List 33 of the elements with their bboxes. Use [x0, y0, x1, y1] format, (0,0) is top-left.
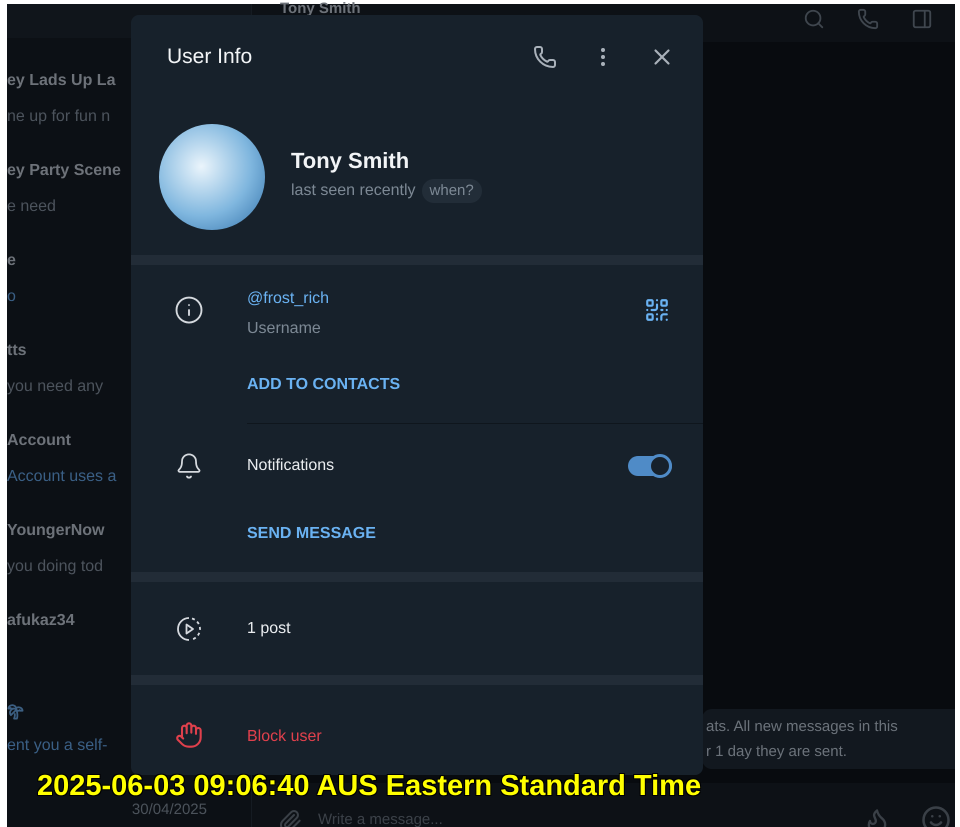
chat-preview: ent you a self- — [7, 736, 108, 756]
chat-preview: e need — [7, 196, 57, 217]
send-message-button[interactable]: SEND MESSAGE — [247, 522, 376, 546]
info-icon — [174, 295, 204, 325]
when-button[interactable]: when? — [422, 178, 482, 204]
phone-icon[interactable] — [533, 45, 557, 69]
add-to-contacts-button[interactable]: ADD TO CONTACTS — [247, 373, 400, 397]
message-text: ats. All new messages in this — [706, 717, 899, 737]
username[interactable]: @frost_rich — [247, 287, 644, 311]
user-name: Tony Smith — [291, 146, 410, 175]
palm-tree-icon — [7, 702, 24, 720]
paperclip-icon[interactable] — [278, 809, 302, 827]
sidebar-toggle-icon[interactable] — [911, 8, 933, 30]
posts-count[interactable]: 1 post — [247, 616, 291, 640]
notifications-toggle[interactable] — [628, 456, 672, 476]
chat-preview: Account uses a — [7, 466, 118, 487]
dialog-title: User Info — [167, 44, 252, 70]
chat-preview: you doing tod — [7, 556, 104, 577]
search-icon[interactable] — [803, 8, 825, 30]
block-user-button[interactable]: Block user — [247, 725, 322, 749]
emoji-icon[interactable] — [921, 805, 951, 827]
notifications-label: Notifications — [247, 456, 334, 476]
bell-icon — [175, 452, 203, 480]
chat-preview: you need any — [7, 376, 104, 397]
message-text: r 1 day they are sent. — [706, 742, 848, 762]
qr-code-icon[interactable] — [644, 297, 670, 323]
last-seen-status: last seen recently — [291, 181, 416, 201]
chat-preview: ne up for fun n — [7, 106, 112, 127]
username-label: Username — [247, 319, 322, 339]
chat-preview: o — [7, 286, 17, 307]
chat-title: Tony Smith — [280, 2, 361, 16]
dashed-play-circle-icon — [175, 614, 203, 642]
hand-icon — [175, 721, 203, 749]
